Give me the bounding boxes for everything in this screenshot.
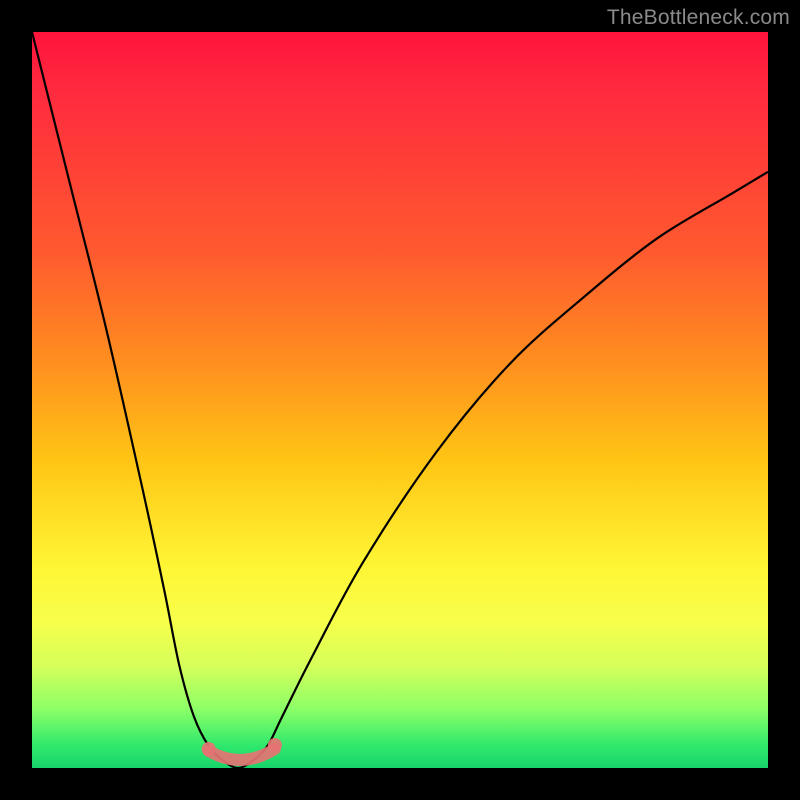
curve-path	[32, 32, 768, 768]
watermark-text: TheBottleneck.com	[607, 6, 790, 30]
chart-frame: TheBottleneck.com	[0, 0, 800, 800]
plot-area	[32, 32, 768, 768]
curve-minimum-marker	[202, 738, 282, 760]
curve-layer	[32, 32, 768, 768]
bottleneck-curve	[32, 32, 768, 768]
